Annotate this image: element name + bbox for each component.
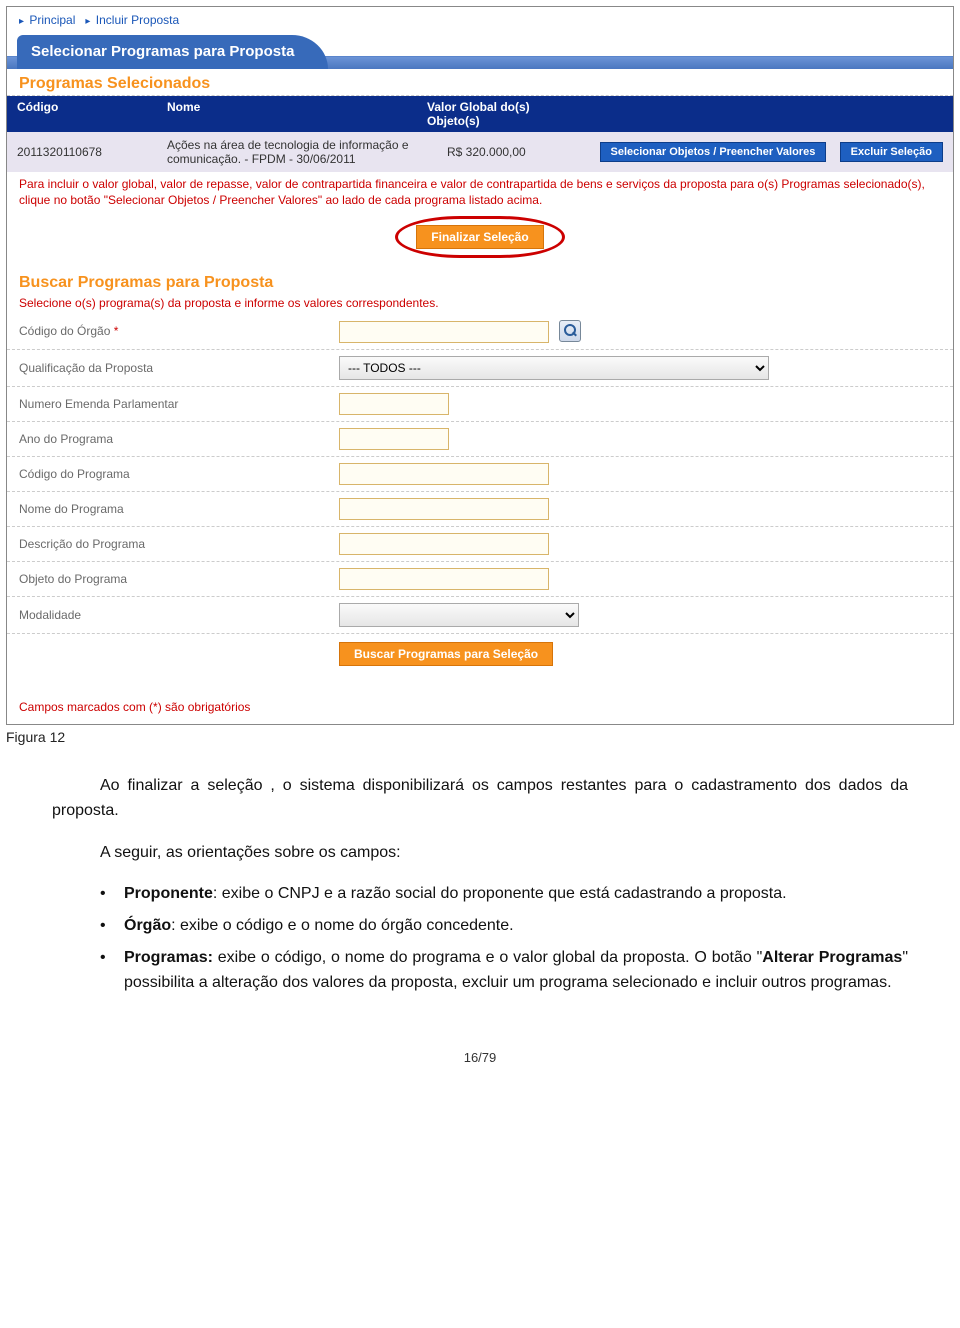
breadcrumb: ▸ Principal ▸ Incluir Proposta (7, 7, 953, 31)
search-icon[interactable] (559, 320, 581, 342)
figure-caption: Figura 12 (6, 729, 960, 745)
nome-programa-input[interactable] (339, 498, 549, 520)
modalidade-select[interactable] (339, 603, 579, 627)
label-ano-programa: Ano do Programa (19, 432, 339, 446)
screenshot-panel: ▸ Principal ▸ Incluir Proposta Seleciona… (6, 6, 954, 725)
required-fields-note: Campos marcados com (*) são obrigatórios (7, 676, 953, 724)
cell-valor: R$ 320.000,00 (447, 145, 587, 159)
instruction-text: Para incluir o valor global, valor de re… (7, 172, 953, 210)
cell-nome: Ações na área de tecnologia de informaçã… (167, 138, 447, 166)
ano-programa-input[interactable] (339, 428, 449, 450)
buscar-programas-button[interactable]: Buscar Programas para Seleção (339, 642, 553, 666)
breadcrumb-incluir[interactable]: Incluir Proposta (96, 13, 179, 27)
descricao-programa-input[interactable] (339, 533, 549, 555)
label-modalidade: Modalidade (19, 608, 339, 622)
selecionar-objetos-button[interactable]: Selecionar Objetos / Preencher Valores (600, 142, 827, 162)
breadcrumb-principal[interactable]: Principal (29, 13, 75, 27)
th-codigo: Código (17, 100, 167, 128)
chevron-right-icon: ▸ (85, 16, 90, 27)
page-number: 16/79 (0, 1050, 960, 1085)
section-instruction: Selecione o(s) programa(s) da proposta e… (7, 294, 953, 314)
document-body: Ao finalizar a seleção , o sistema dispo… (52, 773, 908, 996)
objeto-programa-input[interactable] (339, 568, 549, 590)
th-nome: Nome (167, 100, 427, 128)
label-codigo-programa: Código do Programa (19, 467, 339, 481)
label-qualificacao: Qualificação da Proposta (19, 361, 339, 375)
table-header: Código Nome Valor Global do(s) Objeto(s) (7, 96, 953, 132)
list-item: Programas: exibe o código, o nome do pro… (100, 945, 908, 996)
list-item: Órgão: exibe o código e o nome do órgão … (100, 913, 908, 939)
label-numero-emenda: Numero Emenda Parlamentar (19, 397, 339, 411)
list-item: Proponente: exibe o CNPJ e a razão socia… (100, 881, 908, 907)
numero-emenda-input[interactable] (339, 393, 449, 415)
cell-codigo: 2011320110678 (17, 145, 167, 159)
label-codigo-orgao: Código do Órgão * (19, 324, 339, 338)
codigo-programa-input[interactable] (339, 463, 549, 485)
th-valor: Valor Global do(s) Objeto(s) (427, 100, 567, 128)
qualificacao-select[interactable]: --- TODOS --- (339, 356, 769, 380)
section-buscar-programas: Buscar Programas para Proposta (7, 268, 953, 294)
page-title: Selecionar Programas para Proposta (17, 35, 328, 69)
codigo-orgao-input[interactable] (339, 321, 549, 343)
section-programas-selecionados: Programas Selecionados (7, 69, 953, 96)
paragraph: Ao finalizar a seleção , o sistema dispo… (52, 773, 908, 824)
paragraph: A seguir, as orientações sobre os campos… (52, 840, 908, 866)
highlight-circle: Finalizar Seleção (395, 216, 564, 258)
excluir-selecao-button[interactable]: Excluir Seleção (840, 142, 943, 162)
finalizar-selecao-button[interactable]: Finalizar Seleção (416, 225, 543, 249)
label-nome-programa: Nome do Programa (19, 502, 339, 516)
chevron-right-icon: ▸ (19, 16, 24, 27)
label-objeto-programa: Objeto do Programa (19, 572, 339, 586)
ribbon-header: Selecionar Programas para Proposta (7, 35, 953, 69)
table-row: 2011320110678 Ações na área de tecnologi… (7, 132, 953, 172)
label-descricao-programa: Descrição do Programa (19, 537, 339, 551)
